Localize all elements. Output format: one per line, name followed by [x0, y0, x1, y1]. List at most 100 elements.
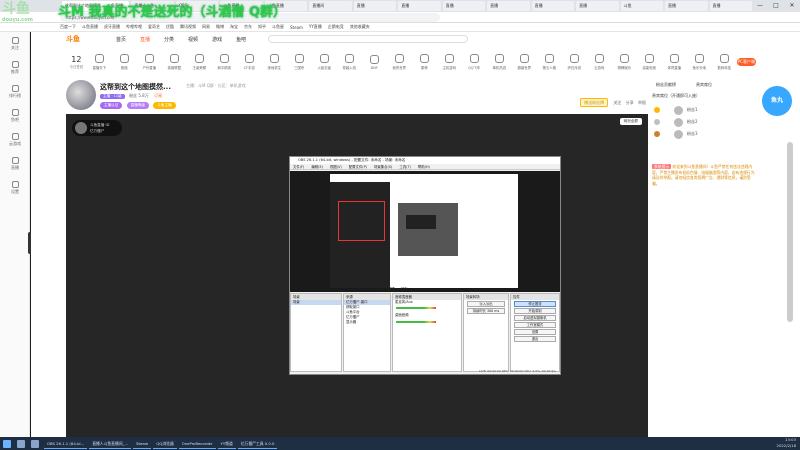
taskbar-app[interactable]: 直播人斗鱼直播间_...	[89, 438, 132, 449]
sidebar-item-6[interactable]: 设置	[0, 176, 30, 200]
category-item[interactable]: 棋牌娱乐	[612, 54, 637, 70]
category-item[interactable]: CF手游	[237, 54, 262, 70]
category-item[interactable]: 魔兽世界	[512, 54, 537, 70]
sidebar-item-2[interactable]: 排行榜	[0, 80, 30, 104]
browser-tab[interactable]: 斗鱼	[620, 1, 664, 11]
rank-row[interactable]: 粉丝3	[650, 128, 762, 140]
search-input[interactable]	[268, 35, 469, 43]
nav-item[interactable]: 直播	[140, 36, 150, 43]
source-item[interactable]: 显示器	[344, 320, 390, 325]
category-item[interactable]: 穿越火线	[337, 54, 362, 70]
category-item[interactable]: 颜值	[112, 54, 137, 70]
source-name-button[interactable]: 亿万	[401, 287, 408, 291]
report-button[interactable]: 举报	[638, 100, 646, 105]
taskbar-app[interactable]: 亿万僵尸工具 0.0.0	[237, 438, 278, 449]
obs-control-button[interactable]: 停止推流	[514, 301, 556, 307]
bookmark-item[interactable]: 企鹅电竞	[328, 24, 344, 30]
obs-menu-item[interactable]: 文件(F)	[293, 164, 304, 170]
bookmark-item[interactable]: 其他收藏夹	[350, 24, 370, 30]
category-item[interactable]: 第五人格	[537, 54, 562, 70]
category-item[interactable]: 单机热游	[487, 54, 512, 70]
video-player[interactable]: 斗鱼直播 ID 亿万僵尸 网页全屏 OBS 26.1.1 (64-bit, wi…	[66, 114, 648, 437]
maximize-button[interactable]: □	[768, 0, 784, 12]
nav-item[interactable]: 首页	[116, 36, 126, 43]
share-button[interactable]: 分享	[626, 100, 634, 105]
properties-button[interactable]: 属性	[375, 287, 382, 291]
category-item[interactable]: 和平精英	[212, 54, 237, 70]
category-item[interactable]: 高能电竞	[637, 54, 662, 70]
bookmark-item[interactable]: Steam	[290, 25, 303, 30]
tab-vip-seats[interactable]: 贵宾席位	[696, 82, 712, 88]
browser-tab[interactable]: 直播	[531, 1, 575, 11]
bookmark-item[interactable]: 知乎	[258, 24, 266, 30]
minimize-button[interactable]: —	[752, 0, 768, 12]
sign-in-widget[interactable]: 12 今日签到	[66, 55, 87, 69]
category-item[interactable]: 三国杀	[287, 54, 312, 70]
obs-control-button[interactable]: 启动虚拟摄像机	[514, 315, 556, 321]
rank-row[interactable]: 粉丝2	[650, 116, 762, 128]
pc-client-button[interactable]: PC客户端	[736, 58, 756, 66]
category-item[interactable]: 我的世界	[387, 54, 412, 70]
scrollbar-thumb[interactable]	[787, 142, 793, 322]
browser-tab[interactable]: 直播	[576, 1, 619, 11]
browser-tab[interactable]: 直播	[398, 1, 441, 11]
browser-tab[interactable]: 直播	[487, 1, 530, 11]
task-view-icon[interactable]	[31, 439, 39, 448]
category-item[interactable]: QQ飞车	[462, 54, 487, 70]
bookmark-item[interactable]: 哔哩哔哩	[126, 24, 142, 30]
bookmark-item[interactable]: YY直播	[309, 24, 322, 30]
category-item[interactable]: 炉石传说	[562, 54, 587, 70]
bookmark-item[interactable]: 爱奇艺	[148, 24, 160, 30]
category-item[interactable]: 鱼乐天地	[687, 54, 712, 70]
bookmark-item[interactable]: 淘宝	[230, 24, 238, 30]
close-button[interactable]: ✕	[784, 0, 800, 12]
windows-start-icon[interactable]	[3, 439, 11, 448]
nav-item[interactable]: 鱼吧	[236, 36, 246, 43]
web-fullscreen-button[interactable]: 网页全屏	[619, 118, 642, 125]
bookmark-item[interactable]: 优酷	[166, 24, 174, 30]
bookmark-item[interactable]: 京东	[244, 24, 252, 30]
obs-menu-item[interactable]: 编辑(E)	[311, 164, 323, 170]
subscribe-link[interactable]: 订阅	[154, 93, 162, 98]
bookmark-item[interactable]: 斗鱼直播	[82, 24, 98, 30]
obs-preview[interactable]	[290, 171, 560, 292]
category-item[interactable]: 直播天下	[87, 54, 112, 70]
category-item[interactable]: 数码科技	[712, 54, 737, 70]
category-item[interactable]: 绝地求生	[262, 54, 287, 70]
category-item[interactable]: 户外直播	[137, 54, 162, 70]
sidebar-item-1[interactable]: 推荐	[0, 56, 30, 80]
system-tray-clock[interactable]: 13:03 2022/2/18	[777, 437, 796, 449]
obs-control-button[interactable]: 设置	[514, 329, 556, 335]
transition-select[interactable]: 淡入淡出	[467, 301, 505, 307]
obs-window[interactable]: OBS 26.1.1 (64-bit, windows) - 配置文件: 未命名…	[289, 156, 561, 375]
bookmark-item[interactable]: 微博	[216, 24, 224, 30]
bookmark-item[interactable]: 腾讯视频	[180, 24, 196, 30]
follow-button[interactable]: 关注	[613, 100, 621, 105]
browser-tab[interactable]: 直播	[709, 1, 752, 11]
obs-menu-item[interactable]: 场景集合(S)	[374, 164, 392, 170]
category-item[interactable]: 英雄联盟	[162, 54, 187, 70]
transition-duration[interactable]: 持续时长 300 ms	[467, 308, 505, 314]
taskbar-app[interactable]: Steam	[133, 438, 152, 449]
obs-control-button[interactable]: 退出	[514, 336, 556, 342]
obs-control-button[interactable]: 开始录制	[514, 308, 556, 314]
give-fan-badge-button[interactable]: 赠送粉丝牌	[580, 98, 609, 107]
rank-row[interactable]: 粉丝1	[650, 104, 762, 116]
bookmark-item[interactable]: 虎牙直播	[104, 24, 120, 30]
site-logo[interactable]: 斗鱼	[66, 34, 106, 44]
taskbar-app[interactable]: YY频道	[217, 438, 236, 449]
category-item[interactable]: 火影忍者	[312, 54, 337, 70]
taskbar-app[interactable]: QQ浏览器	[153, 438, 177, 449]
category-item[interactable]: 原神	[412, 54, 437, 70]
taskbar-app[interactable]: OneProRecorder	[178, 438, 216, 449]
floating-fishball-button[interactable]: 鱼丸	[762, 86, 792, 116]
obs-menu-item[interactable]: 帮助(H)	[418, 164, 430, 170]
scene-item[interactable]: 场景	[291, 300, 341, 305]
selected-source-box[interactable]	[338, 201, 385, 241]
nav-item[interactable]: 分类	[164, 36, 174, 43]
obs-menu-item[interactable]: 视图(V)	[330, 164, 342, 170]
browser-tab[interactable]: 直播间	[309, 1, 352, 11]
sidebar-item-0[interactable]: 关注	[0, 32, 30, 56]
obs-control-button[interactable]: 工作室模式	[514, 322, 556, 328]
obs-menu-item[interactable]: 工具(T)	[399, 164, 411, 170]
